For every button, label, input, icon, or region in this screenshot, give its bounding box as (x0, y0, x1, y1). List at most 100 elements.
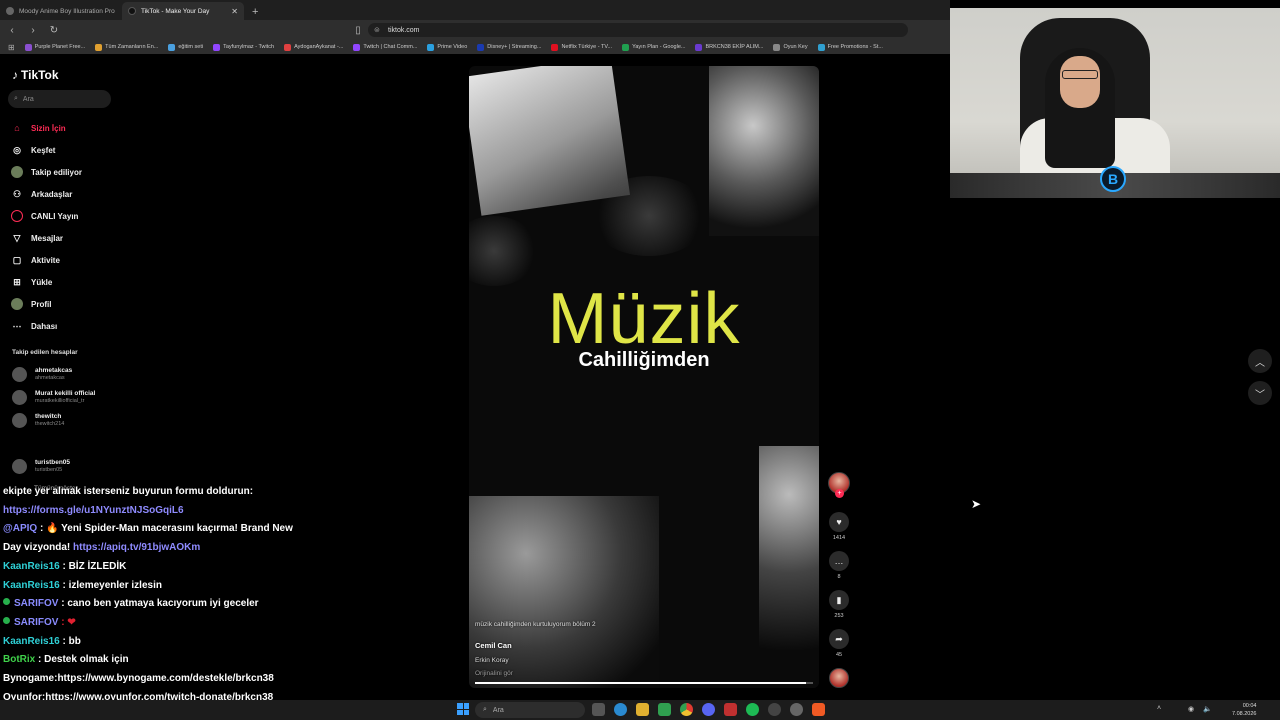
forward-icon[interactable]: › (27, 25, 39, 36)
chat-message: Day vizyonda! https://apiq.tv/91bjwAOKm (3, 542, 200, 553)
chat-text: : ❤ (58, 616, 76, 628)
url-input[interactable]: ⊜ tiktok.com (368, 23, 908, 37)
chat-username[interactable]: KaanReis16 (3, 580, 60, 591)
following-icon (11, 166, 23, 178)
bookmark-item[interactable]: Tüm Zamanların En... (95, 43, 158, 51)
browser-tab-active[interactable]: TikTok - Make Your Day ✕ (122, 2, 244, 20)
media-icon[interactable] (658, 703, 671, 716)
sidebar-item[interactable]: ◎ Keşfet (11, 139, 121, 161)
follow-plus-icon[interactable]: + (835, 489, 844, 498)
volume-icon[interactable]: 🔈 (1203, 705, 1212, 713)
new-tab-button[interactable]: + (252, 6, 258, 20)
save-button[interactable]: ▮ 253 (826, 590, 852, 619)
comment-button[interactable]: … 8 (826, 551, 852, 580)
sidebar-item[interactable]: ⋯ Dahası (11, 315, 121, 337)
search-icon: ⌕ (14, 95, 18, 102)
address-bar-row: ‹ › ↻ ▯ ⊜ tiktok.com (0, 20, 950, 40)
share-button[interactable]: ➦ 45 (826, 629, 852, 658)
bookmark-item[interactable]: Yayın Plan - Google... (622, 43, 685, 51)
bookmark-label: Netflix Türkiye - TV... (561, 44, 613, 50)
task-view-icon[interactable] (592, 703, 605, 716)
bookmark-item[interactable]: Tayfunylmaz - Twitch (213, 43, 274, 51)
tiktok-note-icon: ♪ (12, 68, 18, 82)
sidebar-item[interactable]: Profil (11, 293, 121, 315)
apps-icon[interactable]: ⊞ (8, 43, 15, 52)
like-button[interactable]: ♥ 1414 (826, 512, 852, 541)
chat-message: @APIQ : 🔥 Yeni Spider-Man macerasını kaç… (3, 523, 293, 534)
taskbar-search[interactable]: ⌕ Ara (475, 702, 585, 718)
tray-chevron-icon[interactable]: ˄ (1157, 705, 1161, 712)
video-music[interactable]: Erkin Koray (475, 657, 509, 664)
bookmark-item[interactable]: Netflix Türkiye - TV... (551, 43, 613, 51)
bookmark-item[interactable]: Twitch | Chat Comm... (353, 43, 417, 51)
following-account[interactable]: thewitch thewitch214 (12, 413, 64, 428)
sidebar-item[interactable]: ▽ Mesajlar (11, 227, 121, 249)
badge-icon (3, 598, 10, 606)
close-icon[interactable]: ✕ (231, 7, 238, 16)
bookmark-item[interactable]: Prime Video (427, 43, 467, 51)
tab-favicon-icon (6, 7, 14, 15)
sidebar-item[interactable]: ⊞ Yükle (11, 271, 121, 293)
chat-link[interactable]: https://apiq.tv/91bjwAOKm (73, 542, 200, 553)
windows-start-icon[interactable] (457, 703, 469, 715)
app-icon[interactable] (724, 703, 737, 716)
bookmark-label: eğitim seti (178, 44, 204, 50)
site-info-icon[interactable]: ⊜ (374, 26, 380, 34)
profile-icon (11, 298, 23, 310)
bookmark-item[interactable]: Free Promotions - St... (817, 43, 883, 51)
chat-username[interactable]: BotRix (3, 654, 35, 665)
sidebar-item[interactable]: CANLI Yayın (11, 205, 121, 227)
search-input[interactable]: ⌕ Ara (8, 90, 111, 108)
bookmark-item[interactable]: eğitim seti (168, 43, 204, 51)
edge-icon[interactable] (614, 703, 627, 716)
chat-username[interactable]: KaanReis16 (3, 636, 60, 647)
chat-username[interactable]: SARIFOV (14, 598, 58, 609)
file-explorer-icon[interactable] (636, 703, 649, 716)
bookmark-item[interactable]: Oyun Key (773, 43, 808, 51)
settings-icon[interactable] (790, 703, 803, 716)
video-progress-bar[interactable] (475, 682, 813, 684)
bookmark-item[interactable]: Disney+ | Streaming... (477, 43, 541, 51)
video-author[interactable]: Cemil Can (475, 641, 512, 650)
video-title-sub: Cahilliğimden (578, 349, 710, 371)
obs-icon[interactable] (768, 703, 781, 716)
reload-icon[interactable]: ↻ (48, 25, 60, 36)
video-player[interactable]: Müzik Cahilliğimden müzik cahilliğimden … (469, 66, 819, 688)
network-icon[interactable]: ◉ (1188, 705, 1194, 713)
sidebar-item-label: Mesajlar (31, 233, 64, 243)
chat-username[interactable]: @APIQ (3, 523, 37, 534)
discord-icon[interactable] (702, 703, 715, 716)
clock[interactable]: 00:04 7.08.2026 (1232, 702, 1256, 718)
spotify-icon[interactable] (746, 703, 759, 716)
music-disc-button[interactable] (826, 668, 852, 688)
next-video-button[interactable]: ﹀ (1248, 381, 1272, 405)
chrome-icon[interactable] (680, 703, 693, 716)
chat-link[interactable]: https://forms.gle/u1NYunztNJSoGqiL6 (3, 505, 184, 516)
sidebar-item[interactable]: ⚇ Arkadaşlar (11, 183, 121, 205)
sidebar-item[interactable]: ⌂ Sizin İçin (11, 117, 121, 139)
browser-tab[interactable]: Moody Anime Boy Illustration Pro (0, 2, 122, 20)
clock-time: 00:04 (1242, 703, 1257, 709)
see-original[interactable]: Orijinalini gör (475, 670, 513, 677)
creator-avatar-button[interactable]: + (826, 472, 852, 498)
previous-video-button[interactable]: ︿ (1248, 349, 1272, 373)
following-account[interactable]: ahmetakcas ahmetakcas (12, 367, 72, 382)
following-account[interactable]: Murat kekilli official muratkekillioffici… (12, 390, 95, 405)
sidebar-item-label: Aktivite (31, 255, 60, 265)
sidebar-item[interactable]: Takip ediliyor (11, 161, 121, 183)
bookmark-item[interactable]: Purple Planet Free... (24, 43, 85, 51)
chat-message: SARIFOV : cano ben yatmaya kacıyorum iyi… (3, 598, 259, 609)
chat-username[interactable]: SARIFOV (14, 617, 58, 628)
chat-message: KaanReis16 : BİZ İZLEDİK (3, 561, 126, 572)
brave-icon[interactable] (812, 703, 825, 716)
bookmark-item[interactable]: AydoganAykanat -... (284, 43, 343, 51)
chat-username[interactable]: KaanReis16 (3, 561, 60, 572)
back-icon[interactable]: ‹ (6, 25, 18, 36)
tiktok-logo[interactable]: ♪ TikTok (12, 68, 59, 82)
bookmark-favicon-icon (284, 43, 292, 51)
sidebar-item[interactable]: ▢ Aktivite (11, 249, 121, 271)
following-account[interactable]: turistben05 turistben05 (12, 459, 70, 474)
bookmark-icon[interactable]: ▯ (352, 25, 364, 36)
bookmark-label: Oyun Key (783, 44, 808, 50)
bookmark-item[interactable]: BRKCN38 EKİP ALIM... (695, 43, 763, 51)
